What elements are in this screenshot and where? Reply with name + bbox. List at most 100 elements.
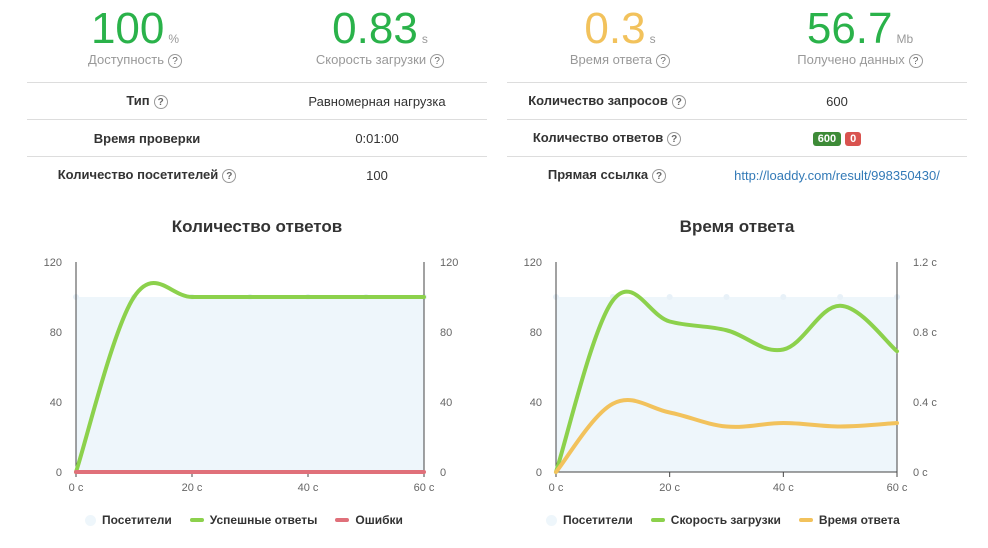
response-time-legend: Посетители Скорость загрузки Время ответа: [546, 513, 900, 527]
help-icon[interactable]: ?: [667, 131, 682, 146]
stat-load-speed: 0.83 s Скорость загрузки?: [300, 0, 460, 68]
stat-data-received-unit: Mb: [896, 32, 914, 46]
visitors-key-cell: Количество посетителей?: [27, 156, 267, 193]
error-badge: 0: [845, 132, 862, 146]
help-icon[interactable]: ?: [652, 168, 667, 183]
table-row: Количество запросов? 600: [507, 82, 967, 120]
chart-title-responses: Количество ответов: [171, 217, 343, 236]
legend-swatch: [650, 518, 665, 522]
stat-response-time-value: 0.3: [584, 4, 646, 53]
legend-label: Посетители: [102, 513, 172, 527]
y2-tick-label: 0.4 с: [913, 397, 937, 409]
legend-swatch: [189, 518, 204, 522]
legend-label: Посетители: [563, 513, 633, 527]
stat-availability-value: 100: [90, 4, 165, 53]
legend-item[interactable]: Ошибки: [335, 513, 403, 527]
stat-data-received-value: 56.7: [806, 4, 893, 53]
table-row: Тип? Равномерная нагрузка: [27, 82, 487, 120]
requests-key-cell: Количество запросов?: [507, 82, 707, 120]
stat-load-speed-unit: s: [421, 32, 428, 46]
stat-response-time-unit: s: [649, 32, 656, 46]
legend-swatch: [335, 518, 350, 522]
table-row: Прямая ссылка? http://loaddy.com/result/…: [507, 156, 967, 193]
stat-availability: 100% Доступность?: [60, 0, 210, 68]
stat-data-received-label: Получено данных: [797, 52, 905, 67]
legend-item[interactable]: Посетители: [85, 513, 172, 527]
type-key: Тип: [126, 93, 150, 109]
responses-key: Количество ответов: [532, 130, 664, 146]
legend-item[interactable]: Успешные ответы: [189, 513, 318, 527]
series-point: [666, 294, 673, 300]
duration-key-cell: Время проверки: [27, 119, 267, 157]
stat-data-received: 56.7 Mb Получено данных?: [780, 0, 940, 68]
stat-availability-label: Доступность: [88, 52, 164, 67]
x-tick-label: 0 с: [549, 482, 564, 494]
y-tick-label: 0: [56, 467, 62, 479]
legend-label: Скорость загрузки: [670, 513, 781, 527]
x-tick-label: 40 с: [298, 482, 319, 494]
x-tick-label: 40 с: [773, 482, 794, 494]
table-row: Количество посетителей? 100: [27, 156, 487, 193]
y2-tick-label: 80: [440, 327, 452, 339]
success-badge: 600: [812, 132, 842, 146]
requests-key: Количество запросов: [528, 93, 668, 109]
stat-load-speed-label: Скорость загрузки: [315, 52, 427, 67]
responses-legend: Посетители Успешные ответы Ошибки: [85, 513, 403, 527]
x-tick-label: 0 с: [69, 482, 84, 494]
help-icon[interactable]: ?: [656, 53, 671, 68]
y-tick-label: 120: [44, 257, 62, 269]
y2-tick-label: 0: [440, 467, 446, 479]
requests-value: 600: [707, 82, 967, 120]
help-icon[interactable]: ?: [222, 168, 237, 183]
y-tick-label: 80: [530, 327, 542, 339]
stat-load-speed-value: 0.83: [332, 4, 418, 53]
x-tick-label: 20 с: [659, 482, 680, 494]
x-tick-label: 60 с: [414, 482, 435, 494]
type-key-cell: Тип?: [27, 82, 267, 120]
y2-tick-label: 0 с: [913, 467, 928, 479]
results-info-table: Количество запросов? 600 Количество отве…: [507, 82, 967, 193]
series-point: [780, 294, 787, 300]
legend-label: Ошибки: [355, 513, 403, 527]
legend-swatch: [85, 514, 96, 526]
help-icon[interactable]: ?: [153, 94, 168, 109]
help-icon[interactable]: ?: [908, 53, 923, 68]
legend-item[interactable]: Посетители: [546, 513, 633, 527]
type-value: Равномерная нагрузка: [267, 82, 487, 120]
help-icon[interactable]: ?: [430, 53, 445, 68]
legend-item[interactable]: Скорость загрузки: [650, 513, 781, 527]
y2-tick-label: 0.8 с: [913, 327, 937, 339]
stat-response-time: 0.3 s Время ответа?: [545, 0, 695, 68]
y-tick-label: 120: [524, 257, 542, 269]
legend-label: Время ответа: [818, 513, 900, 527]
y-tick-label: 0: [536, 467, 542, 479]
duration-key: Время проверки: [93, 130, 201, 146]
stat-availability-unit: %: [168, 32, 180, 46]
y-tick-label: 40: [530, 397, 542, 409]
help-icon[interactable]: ?: [167, 53, 182, 68]
series-point: [723, 294, 730, 300]
series-point: [837, 294, 844, 300]
duration-value: 0:01:00: [267, 119, 487, 157]
table-row: Количество ответов? 600 0: [507, 119, 967, 157]
legend-swatch: [798, 518, 813, 522]
help-icon[interactable]: ?: [671, 94, 686, 109]
legend-item[interactable]: Время ответа: [798, 513, 900, 527]
legend-label: Успешные ответы: [209, 513, 318, 527]
visitors-key: Количество посетителей: [57, 167, 219, 183]
y-tick-label: 80: [50, 327, 62, 339]
x-tick-label: 20 с: [182, 482, 203, 494]
responses-chart: 0 40 80 120 0 40 80 120 0 с 20 с 40 с 60 с: [44, 257, 459, 494]
responses-key-cell: Количество ответов?: [507, 119, 707, 157]
result-link[interactable]: http://loaddy.com/result/998350430/: [734, 168, 940, 183]
y2-tick-label: 1.2 с: [913, 257, 937, 269]
responses-value-cell: 600 0: [707, 119, 967, 157]
y2-tick-label: 120: [440, 257, 458, 269]
table-row: Время проверки 0:01:00: [27, 119, 487, 157]
test-info-table: Тип? Равномерная нагрузка Время проверки…: [27, 82, 487, 193]
legend-swatch: [546, 514, 557, 526]
y-tick-label: 40: [50, 397, 62, 409]
x-tick-label: 60 с: [887, 482, 908, 494]
link-key: Прямая ссылка: [547, 167, 649, 183]
series-area: [556, 297, 897, 472]
